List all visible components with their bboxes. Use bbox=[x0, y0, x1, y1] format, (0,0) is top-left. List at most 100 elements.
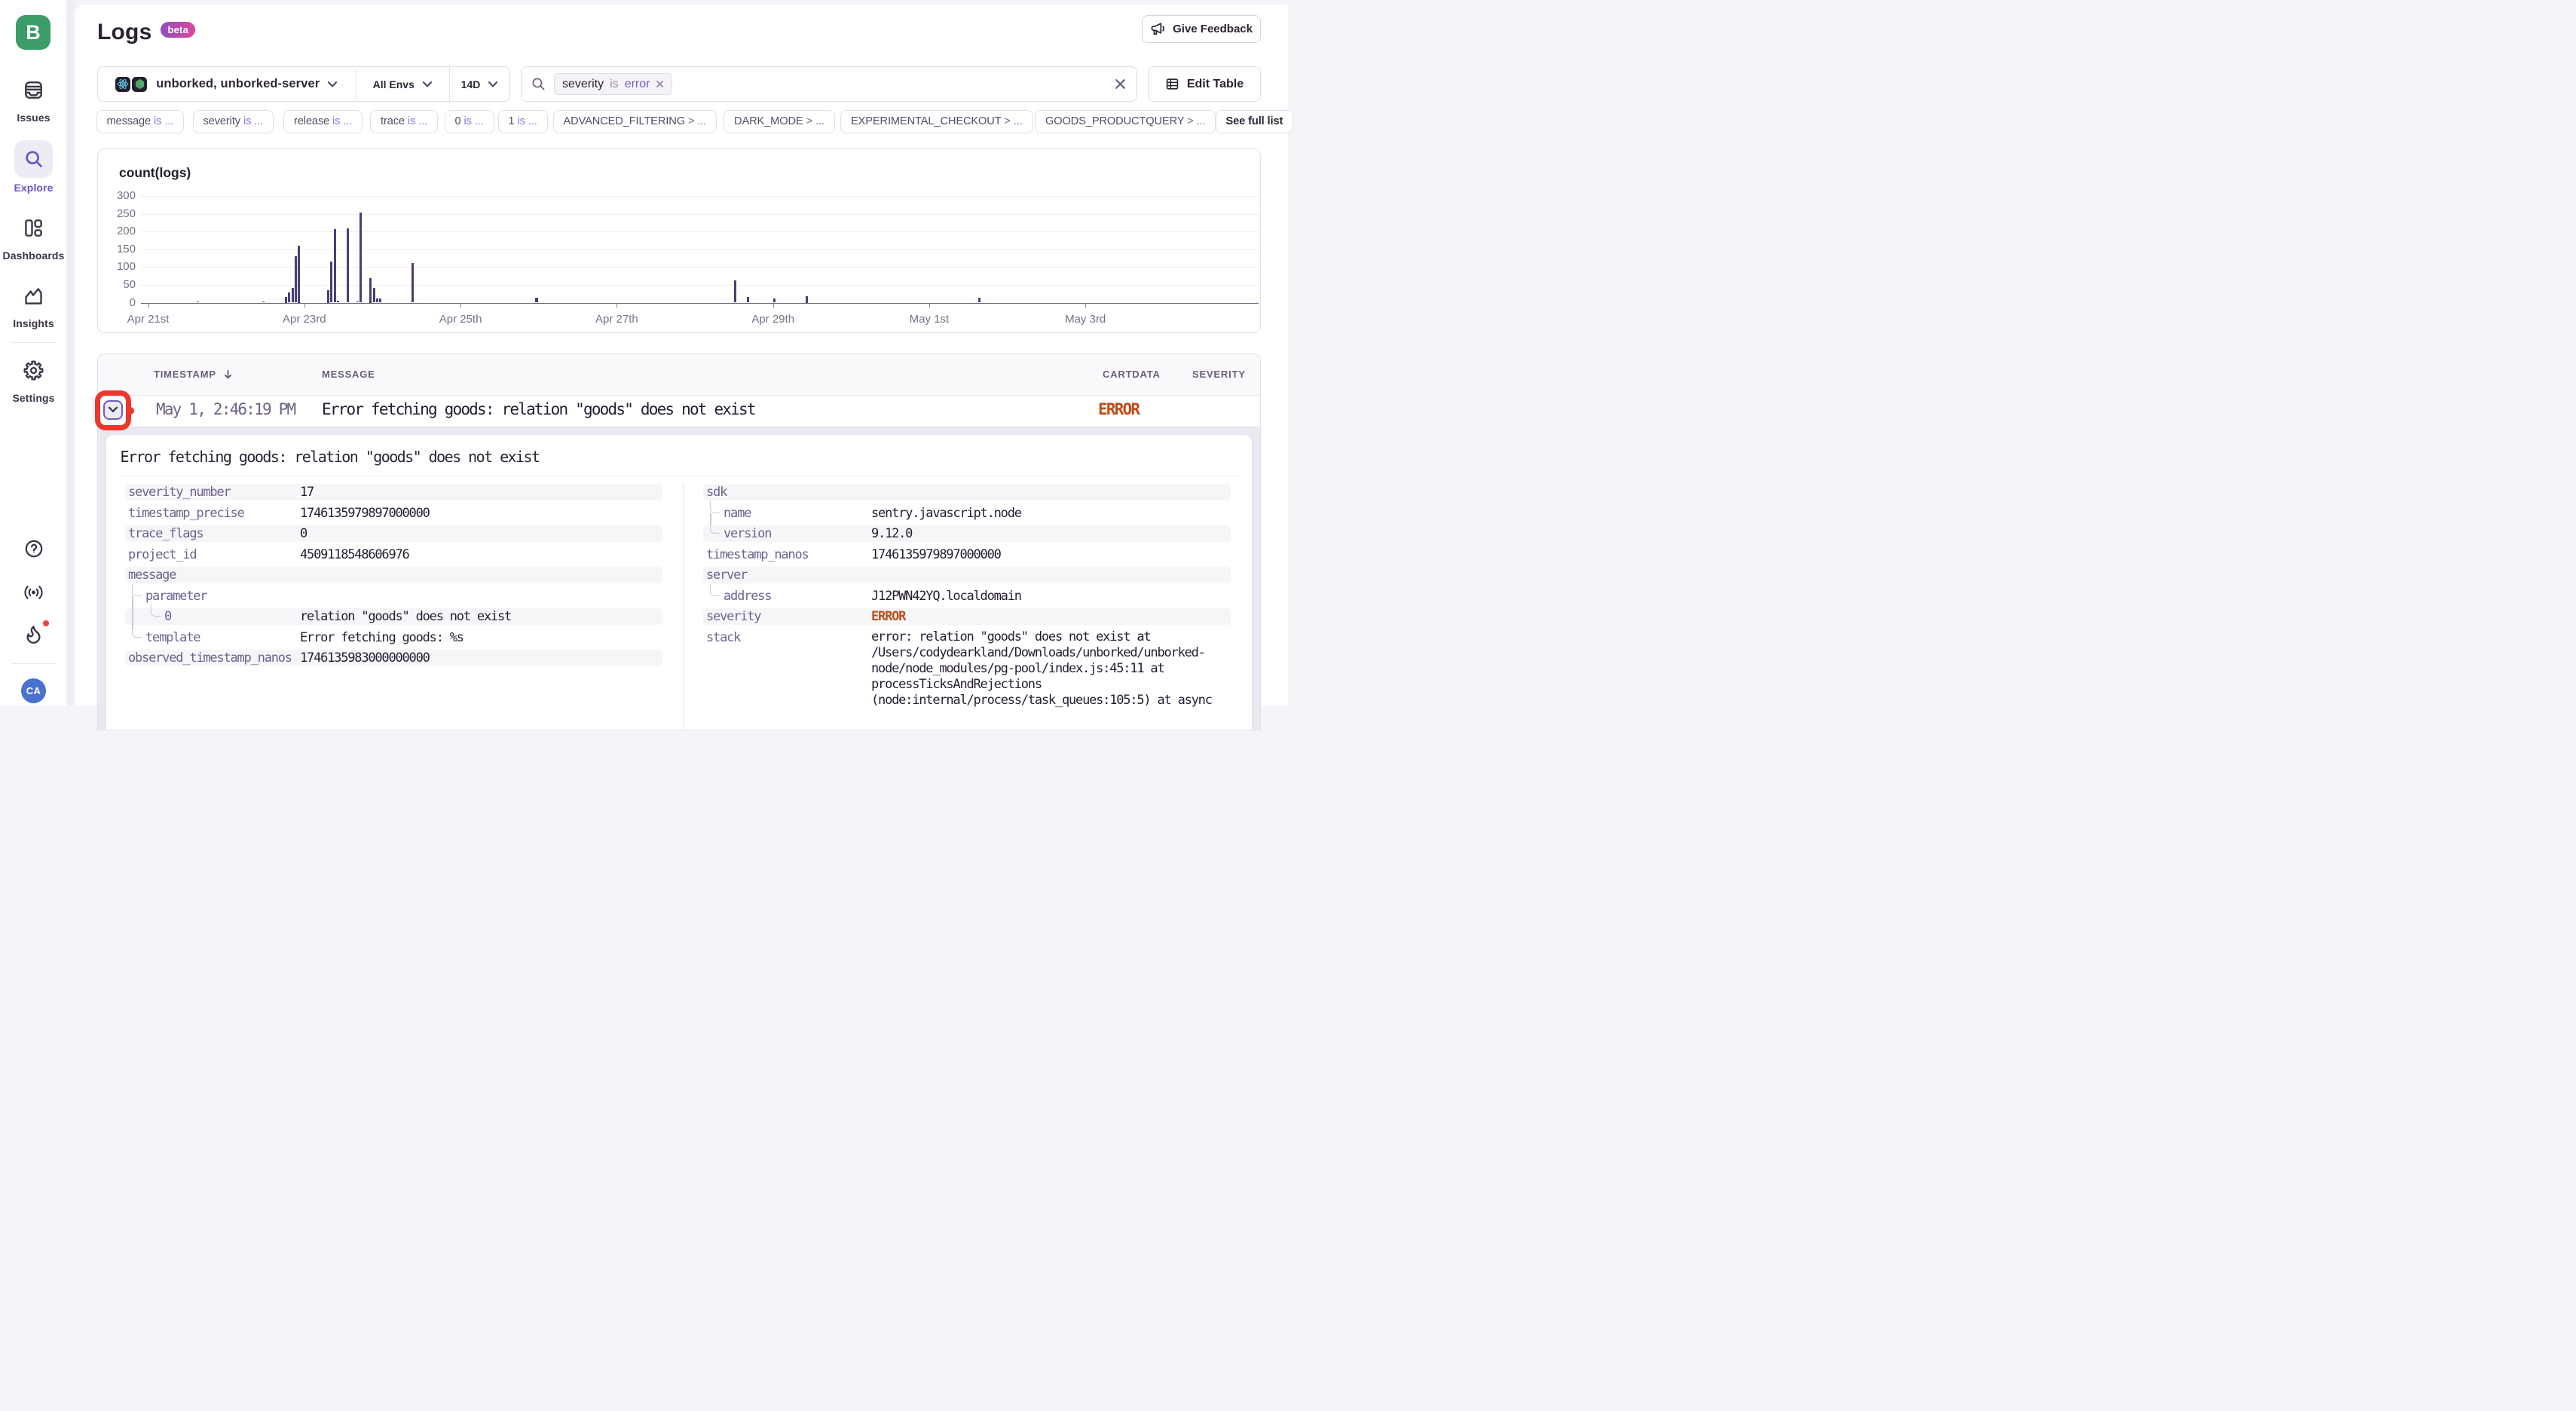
filter-chip-trace[interactable]: trace is ... bbox=[370, 110, 438, 133]
stack-line: (node:internal/process/task_queues:105:5… bbox=[871, 693, 1231, 709]
filter-chip-EXPERIMENTAL_CHECKOUT[interactable]: EXPERIMENTAL_CHECKOUT > ... bbox=[840, 110, 1033, 133]
notification-dot bbox=[43, 620, 49, 626]
y-axis-label: 200 bbox=[98, 225, 136, 237]
date-range-selector[interactable]: 14D bbox=[449, 67, 509, 101]
see-full-list-button[interactable]: See full list bbox=[1216, 110, 1294, 133]
gridline bbox=[141, 285, 1259, 286]
help-button[interactable] bbox=[0, 539, 67, 559]
project-filter-bar: unborked, unborked-server All Envs 14D bbox=[97, 66, 510, 102]
sidebar-divider bbox=[11, 342, 57, 343]
node-project-icon bbox=[132, 77, 147, 92]
expanded-log-detail: Error fetching goods: relation "goods" d… bbox=[98, 427, 1260, 730]
detail-row-parameter[interactable]: parameter bbox=[125, 588, 662, 604]
chevron-down-icon bbox=[422, 81, 433, 88]
org-logo[interactable]: B bbox=[16, 15, 50, 50]
sort-arrow-down-icon bbox=[224, 369, 232, 379]
broadcast-icon bbox=[23, 584, 44, 601]
filter-chip-0[interactable]: 0 is ... bbox=[445, 110, 494, 133]
chart-bar bbox=[773, 298, 776, 303]
detail-row-severity_number[interactable]: severity_number17 bbox=[125, 484, 662, 500]
chart-bar bbox=[373, 288, 375, 303]
filter-chip-ADVANCED_FILTERING[interactable]: ADVANCED_FILTERING > ... bbox=[553, 110, 717, 133]
sidebar-divider-bottom bbox=[11, 663, 57, 664]
chip-dots: ... bbox=[697, 115, 706, 127]
detail-row-message[interactable]: message bbox=[125, 567, 662, 583]
detail-row-version[interactable]: version9.12.0 bbox=[703, 525, 1231, 542]
detail-key: trace_flags bbox=[125, 526, 300, 541]
sidebar-item-explore[interactable]: Explore bbox=[0, 149, 67, 194]
column-header-cartdata[interactable]: CARTDATA bbox=[1103, 369, 1161, 380]
give-feedback-button[interactable]: Give Feedback bbox=[1142, 15, 1261, 43]
sidebar-item-settings[interactable]: Settings bbox=[0, 360, 67, 404]
detail-key: server bbox=[703, 568, 871, 583]
detail-value: 1746135983000000000 bbox=[300, 650, 662, 666]
search-icon bbox=[531, 77, 546, 91]
chart-bar bbox=[347, 228, 349, 302]
chip-op: is bbox=[518, 115, 525, 127]
whats-new-button[interactable] bbox=[0, 624, 67, 644]
detail-key: address bbox=[703, 589, 871, 604]
megaphone-icon bbox=[1150, 21, 1167, 38]
detail-row-severity[interactable]: severityERROR bbox=[703, 608, 1231, 625]
sidebar-item-insights[interactable]: Insights bbox=[0, 286, 67, 329]
filter-chip-severity[interactable]: severity is ... bbox=[193, 110, 274, 133]
column-header-timestamp[interactable]: TIMESTAMP bbox=[154, 369, 232, 380]
x-axis-label: Apr 21st bbox=[103, 313, 194, 326]
chart-bar bbox=[379, 298, 381, 303]
filter-chip-1[interactable]: 1 is ... bbox=[498, 110, 548, 133]
chip-key: message bbox=[107, 115, 151, 127]
chip-dots: ... bbox=[815, 115, 825, 127]
detail-row-timestamp_precise[interactable]: timestamp_precise1746135979897000000 bbox=[125, 505, 662, 522]
page-title-text: Logs bbox=[97, 20, 151, 44]
column-header-message[interactable]: MESSAGE bbox=[322, 369, 375, 380]
detail-row-0[interactable]: 0relation "goods" does not exist bbox=[125, 608, 662, 625]
chip-op: is bbox=[464, 115, 472, 127]
chart-bar bbox=[369, 278, 372, 303]
detail-row-observed_timestamp_nanos[interactable]: observed_timestamp_nanos1746135983000000… bbox=[125, 650, 662, 666]
detail-row-timestamp_nanos[interactable]: timestamp_nanos1746135979897000000 bbox=[703, 546, 1231, 563]
detail-row-stack[interactable]: stackerror: relation "goods" does not ex… bbox=[703, 629, 1231, 709]
chevron-down-icon bbox=[488, 81, 498, 88]
gridline bbox=[141, 214, 1259, 215]
detail-row-server[interactable]: server bbox=[703, 567, 1231, 583]
filter-chip-DARK_MODE[interactable]: DARK_MODE > ... bbox=[724, 110, 835, 133]
chart-bar bbox=[285, 297, 287, 303]
detail-row-template[interactable]: templateError fetching goods: %s bbox=[125, 629, 662, 646]
y-axis-label: 100 bbox=[98, 260, 136, 273]
sidebar: B Issues Explore Dashboards bbox=[0, 0, 67, 706]
chip-key: trace bbox=[381, 115, 405, 127]
avatar[interactable]: CA bbox=[21, 678, 46, 703]
chip-dots: ... bbox=[254, 115, 263, 127]
search-input[interactable]: severity is error bbox=[521, 66, 1137, 102]
chip-dots: ... bbox=[528, 115, 537, 127]
detail-row-address[interactable]: addressJ12PWN42YQ.localdomain bbox=[703, 588, 1231, 604]
environment-selector[interactable]: All Envs bbox=[356, 67, 450, 101]
detail-key: timestamp_precise bbox=[125, 506, 300, 521]
detail-row-project_id[interactable]: project_id4509118548606976 bbox=[125, 546, 662, 563]
search-filter-token[interactable]: severity is error bbox=[554, 73, 672, 95]
detail-row-sdk[interactable]: sdk bbox=[703, 484, 1231, 500]
chart-bar bbox=[327, 290, 329, 303]
sidebar-item-issues[interactable]: Issues bbox=[0, 80, 67, 124]
detail-value: relation "goods" does not exist bbox=[300, 609, 662, 624]
main-page: Logsbeta Give Feedback bbox=[75, 5, 1288, 706]
gridline bbox=[141, 231, 1259, 232]
token-remove-icon[interactable] bbox=[656, 80, 664, 88]
filter-chip-GOODS_PRODUCTQUERY[interactable]: GOODS_PRODUCTQUERY > ... bbox=[1035, 110, 1216, 133]
log-row[interactable]: May 1, 2:46:19 PM Error fetching goods: … bbox=[98, 396, 1260, 427]
search-clear-button[interactable] bbox=[1114, 78, 1127, 90]
filter-chip-release[interactable]: release is ... bbox=[283, 110, 363, 133]
chip-op: > bbox=[1187, 115, 1193, 127]
chart-bar bbox=[197, 301, 199, 302]
edit-table-button[interactable]: Edit Table bbox=[1148, 66, 1261, 102]
chart-bar bbox=[292, 288, 294, 303]
x-axis-label: May 3rd bbox=[1040, 313, 1130, 326]
column-header-severity[interactable]: SEVERITY bbox=[1192, 369, 1246, 380]
detail-row-trace_flags[interactable]: trace_flags0 bbox=[125, 525, 662, 542]
sidebar-item-dashboards[interactable]: Dashboards bbox=[0, 218, 67, 262]
detail-value: ERROR bbox=[871, 609, 1231, 624]
filter-chip-message[interactable]: message is ... bbox=[96, 110, 185, 133]
project-selector[interactable]: unborked, unborked-server bbox=[98, 67, 356, 101]
broadcast-button[interactable] bbox=[0, 584, 67, 601]
detail-row-name[interactable]: namesentry.javascript.node bbox=[703, 505, 1231, 522]
